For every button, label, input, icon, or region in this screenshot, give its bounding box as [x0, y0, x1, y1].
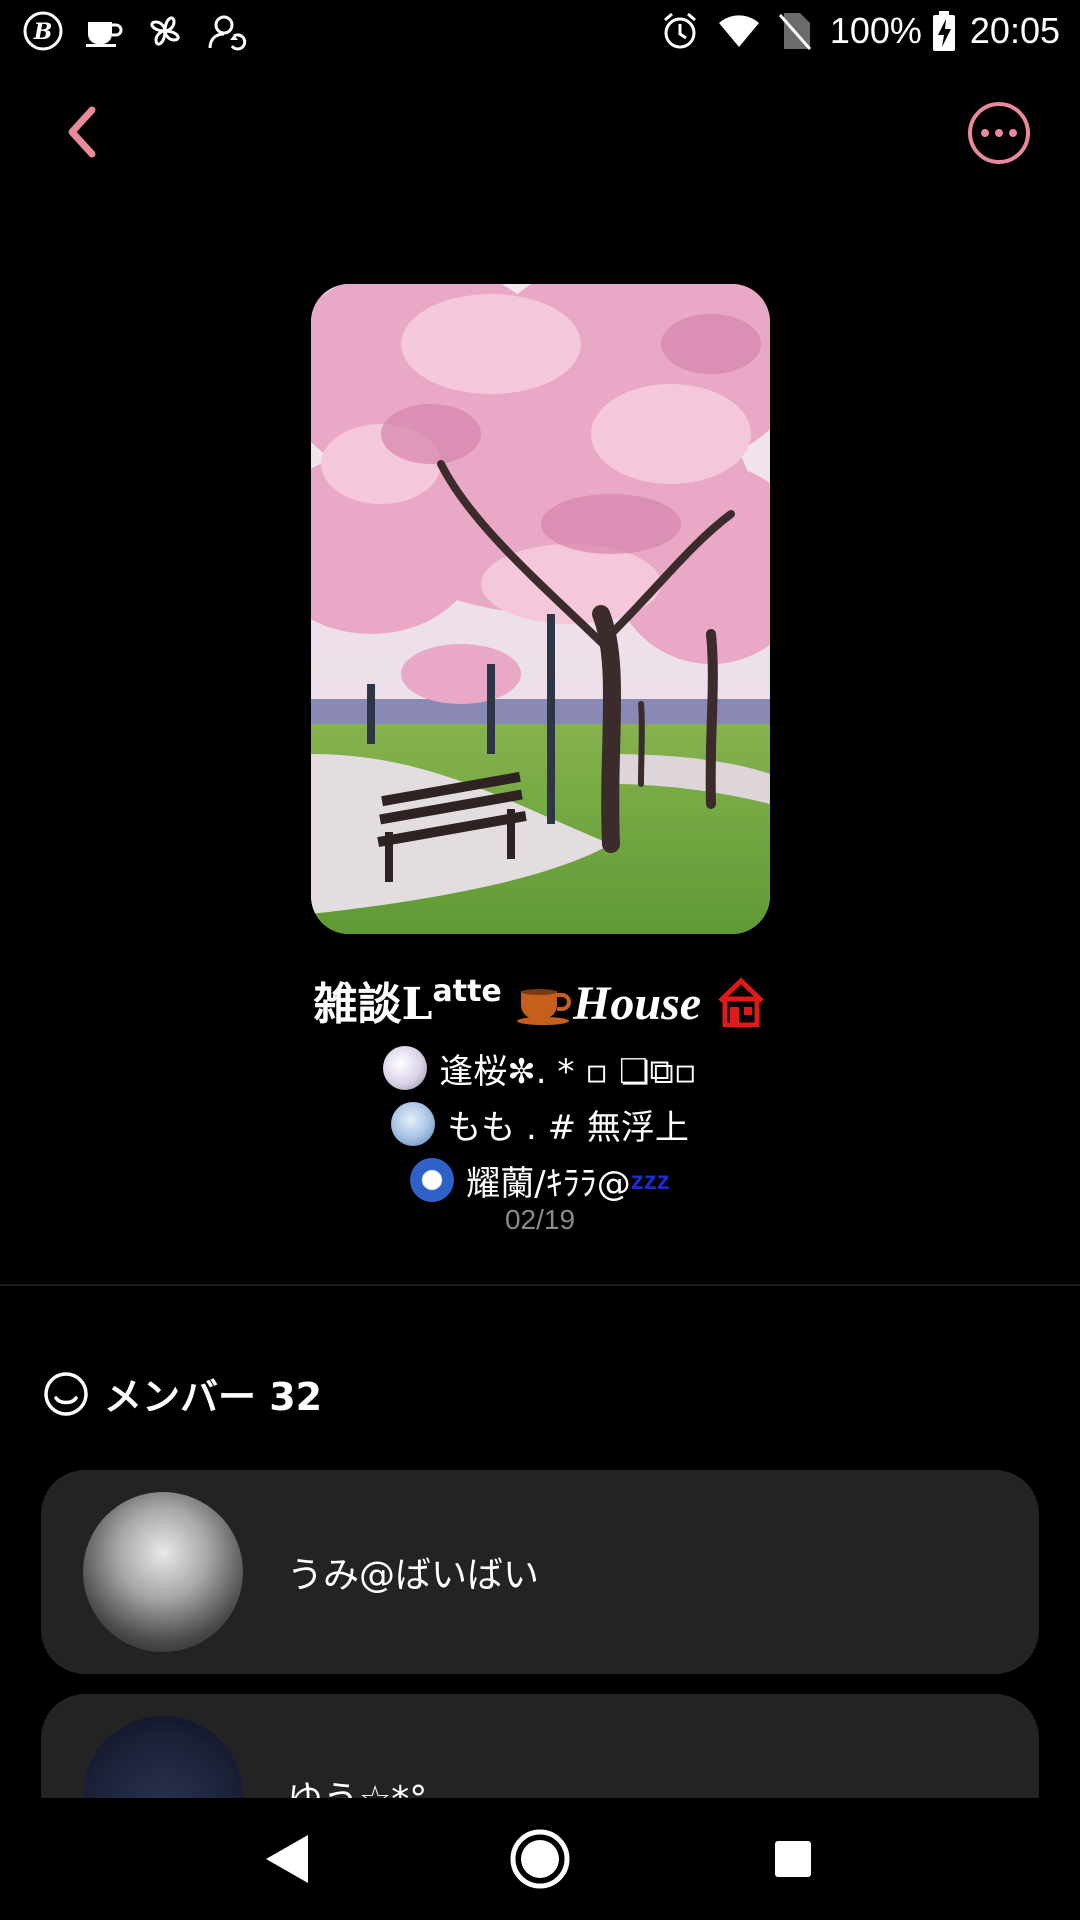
pinwheel-icon [144, 10, 186, 52]
coffee-cup-icon [84, 14, 124, 48]
coffee-emoji-icon [517, 981, 573, 1036]
system-navigation-bar [0, 1798, 1080, 1920]
preview-member-row: もも . # 無浮上 [0, 1096, 1080, 1152]
preview-member-row: 逢桜✼. * ▫ ❏⧉▫ [0, 1040, 1080, 1096]
battery-charging-icon [932, 11, 956, 51]
preview-member-suffix: zzz [630, 1164, 670, 1195]
preview-member-name: 逢桜✼. * ▫ ❏⧉▫ [439, 1051, 697, 1092]
svg-text:B: B [33, 19, 53, 45]
screen: B 100% 20:05 雑談Latte House 逢桜✼. * ▫ ❏⧉▫ … [0, 0, 1080, 1920]
preview-member-row: 耀蘭/ｷﾗﾗ@ zzz [0, 1152, 1080, 1208]
title-main: 雑談L [313, 979, 433, 1030]
cherry-blossom-park-picture [311, 284, 770, 934]
nav-back-icon [265, 1835, 308, 1883]
system-status: 100% 20:05 [642, 10, 1060, 52]
nav-home-icon [510, 1829, 570, 1889]
nav-recents-button[interactable] [753, 1819, 833, 1899]
clock: 20:05 [969, 10, 1060, 51]
wifi-icon [718, 13, 760, 49]
chat-date: 02/19 [504, 1204, 576, 1235]
preview-member-name: もも . # 無浮上 [447, 1107, 689, 1148]
members-section-header: メンバー 32 [42, 1366, 322, 1421]
sync-account-icon [206, 10, 248, 52]
preview-member-name: 耀蘭/ｷﾗﾗ@ [466, 1163, 631, 1204]
b-app-icon: B [22, 10, 64, 52]
avatar [391, 1102, 436, 1146]
more-options-icon [981, 129, 1017, 137]
alarm-icon [660, 11, 700, 51]
divider [0, 1284, 1080, 1286]
avatar [383, 1046, 428, 1090]
avatar [410, 1158, 455, 1202]
nav-recents-icon [775, 1841, 812, 1877]
nav-back-button[interactable] [247, 1819, 327, 1899]
back-button[interactable] [56, 100, 106, 164]
notification-icons: B [22, 10, 268, 52]
member-card[interactable]: うみ@ばいばい [41, 1470, 1039, 1674]
no-sim-icon [778, 11, 812, 51]
status-bar: B 100% 20:05 [0, 0, 1080, 62]
battery-percent: 100% [829, 10, 922, 51]
member-name: うみ@ばいばい [287, 1555, 540, 1596]
chat-title: 雑談Latte House [0, 968, 1080, 1038]
title-superscript: atte [432, 974, 502, 1009]
more-options-button[interactable] [968, 102, 1030, 164]
back-chevron-icon [68, 106, 96, 158]
house-emoji-icon [716, 977, 766, 1038]
smiley-icon [44, 1371, 88, 1416]
title-house: House [573, 977, 702, 1030]
preview-member-list: 逢桜✼. * ▫ ❏⧉▫ もも . # 無浮上 耀蘭/ｷﾗﾗ@ zzz [0, 1040, 1080, 1208]
avatar [83, 1492, 243, 1652]
nav-home-button[interactable] [500, 1819, 580, 1899]
chat-cover-image[interactable] [311, 284, 770, 934]
members-section-title: メンバー 32 [104, 1375, 323, 1419]
